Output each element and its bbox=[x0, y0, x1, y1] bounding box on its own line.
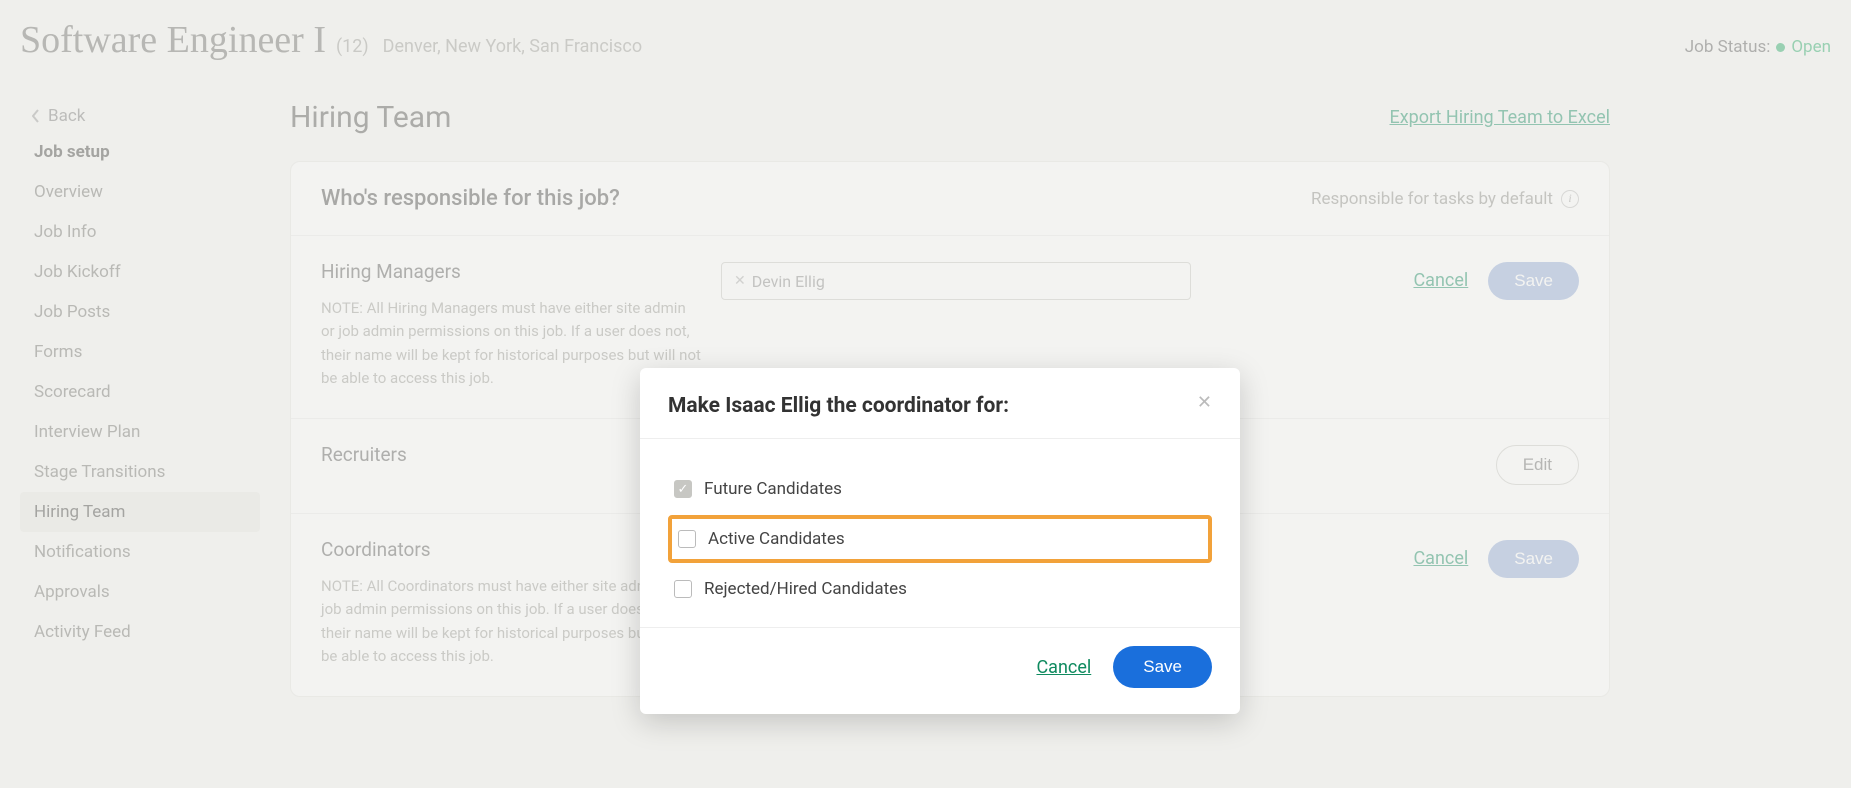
option-rejected-label: Rejected/Hired Candidates bbox=[704, 579, 907, 599]
checkbox-future[interactable] bbox=[674, 480, 692, 498]
modal-save-button[interactable]: Save bbox=[1113, 646, 1212, 688]
option-rejected-candidates[interactable]: Rejected/Hired Candidates bbox=[668, 567, 1212, 611]
close-icon[interactable]: ✕ bbox=[1197, 394, 1212, 412]
modal-head: Make Isaac Ellig the coordinator for: ✕ bbox=[640, 368, 1240, 439]
checkbox-rejected[interactable] bbox=[674, 580, 692, 598]
modal-cancel-link[interactable]: Cancel bbox=[1036, 657, 1091, 678]
modal-body: Future Candidates Active Candidates Reje… bbox=[640, 439, 1240, 621]
option-future-label: Future Candidates bbox=[704, 479, 842, 499]
option-active-candidates[interactable]: Active Candidates bbox=[668, 515, 1212, 563]
option-future-candidates[interactable]: Future Candidates bbox=[668, 467, 1212, 511]
option-active-label: Active Candidates bbox=[708, 529, 845, 549]
modal-actions: Cancel Save bbox=[640, 627, 1240, 714]
checkbox-active[interactable] bbox=[678, 530, 696, 548]
modal-title: Make Isaac Ellig the coordinator for: bbox=[668, 394, 1009, 418]
coordinator-modal: Make Isaac Ellig the coordinator for: ✕ … bbox=[640, 368, 1240, 714]
